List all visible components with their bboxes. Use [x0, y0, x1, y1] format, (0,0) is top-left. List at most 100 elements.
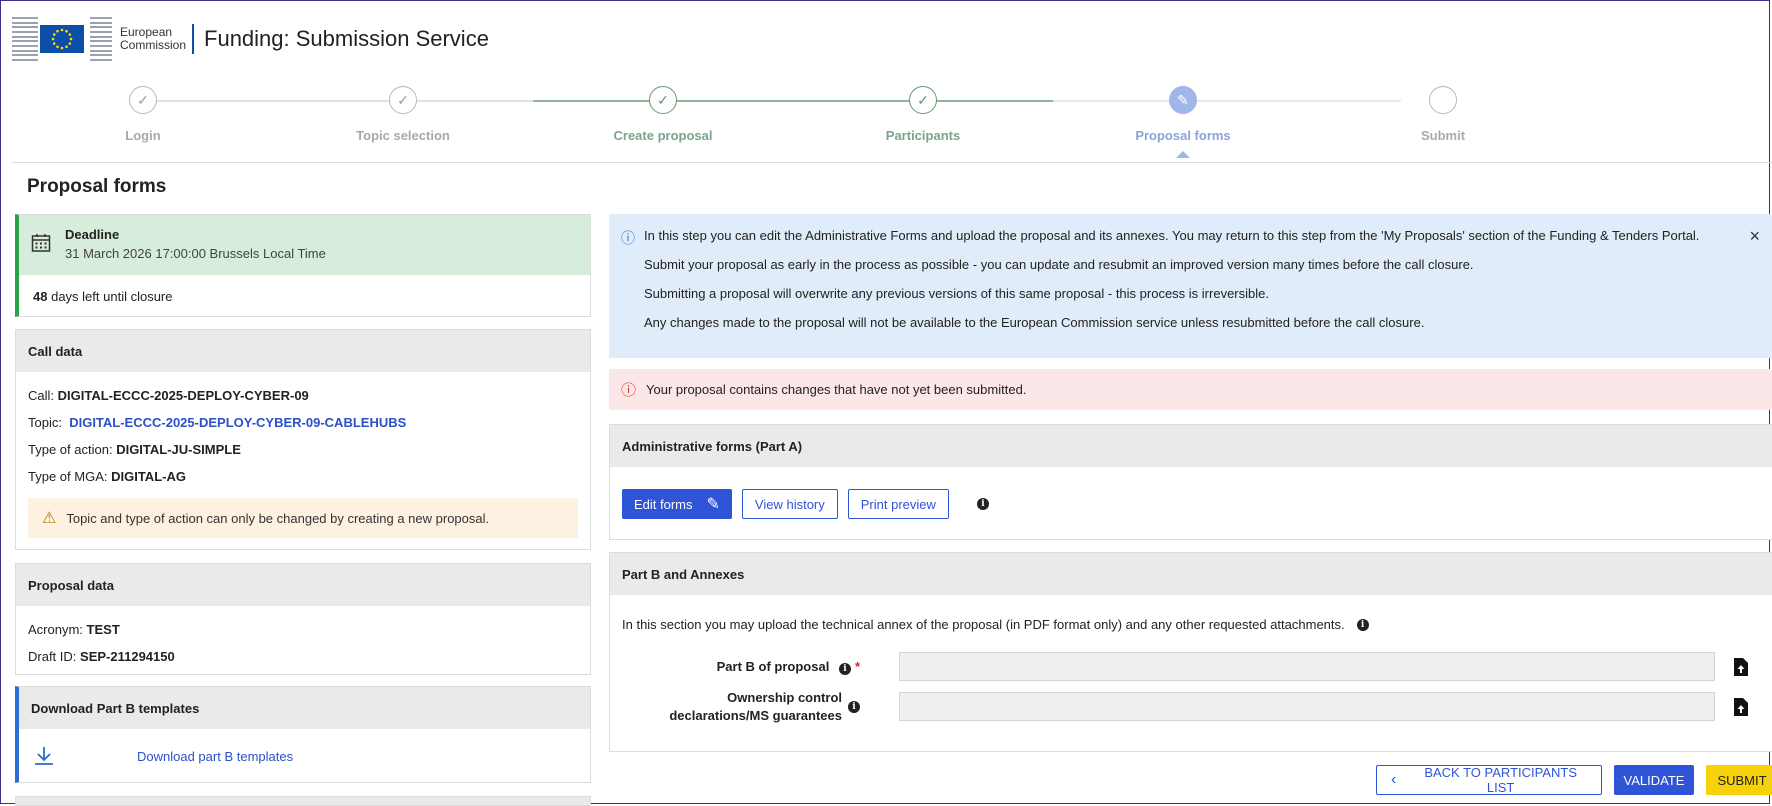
step-label: Proposal forms	[1135, 128, 1231, 143]
call-data-card: Call data Call: DIGITAL-ECCC-2025-DEPLOY…	[15, 329, 591, 550]
step-label: Create proposal	[613, 128, 713, 143]
alert-text: Your proposal contains changes that have…	[646, 382, 1027, 397]
logo-text-line2: Commission	[120, 38, 187, 52]
chevron-left-icon: ‹	[1391, 771, 1397, 788]
info-line-4: Any changes made to the proposal will no…	[644, 315, 1425, 330]
topic-warning: ⚠ Topic and type of action can only be c…	[28, 498, 578, 538]
download-templates-card: Download Part B templates Download part …	[15, 686, 591, 783]
part-b-label-text: Part B of proposal	[716, 658, 830, 674]
back-to-participants-button[interactable]: ‹ BACK TO PARTICIPANTS LIST	[1376, 765, 1602, 795]
page-title: Proposal forms	[27, 176, 167, 197]
topic-row: Topic: DIGITAL-ECCC-2025-DEPLOY-CYBER-09…	[28, 409, 578, 436]
ownership-upload-field[interactable]	[899, 692, 1715, 721]
action-label: Type of action:	[28, 442, 113, 457]
proposal-data-list: Acronym: TEST Draft ID: SEP-211294150	[16, 606, 590, 670]
step-create-proposal[interactable]: ✓ Create proposal	[533, 86, 793, 143]
step-proposal-forms[interactable]: ✎ Proposal forms	[1053, 86, 1313, 158]
footer-actions: ‹ BACK TO PARTICIPANTS LIST VALIDATE SUB…	[1376, 765, 1772, 795]
acronym-row: Acronym: TEST	[28, 616, 578, 643]
call-value: DIGITAL-ECCC-2025-DEPLOY-CYBER-09	[57, 388, 309, 403]
download-icon[interactable]	[33, 745, 55, 767]
deadline-date: 31 March 2026 17:00:00 Brussels Local Ti…	[65, 246, 326, 261]
step-login[interactable]: ✓ Login	[13, 86, 273, 143]
app-header: European Commission Funding: Submission …	[12, 14, 489, 64]
step-label: Topic selection	[356, 128, 450, 143]
european-commission-logo: European Commission	[12, 17, 186, 61]
check-icon: ✓	[649, 86, 677, 114]
draft-value: SEP-211294150	[80, 649, 175, 664]
print-preview-button[interactable]: Print preview	[847, 489, 949, 519]
part-b-upload-field[interactable]	[899, 652, 1715, 681]
view-history-button[interactable]: View history	[741, 489, 838, 519]
call-row: Call: DIGITAL-ECCC-2025-DEPLOY-CYBER-09	[28, 382, 578, 409]
acronym-label: Acronym:	[28, 622, 83, 637]
part-b-description: In this section you may upload the techn…	[610, 595, 1772, 632]
info-line-2: Submit your proposal as early in the pro…	[644, 257, 1474, 272]
days-left-count: 48	[33, 289, 48, 304]
check-icon: ✓	[129, 86, 157, 114]
validate-button[interactable]: VALIDATE	[1614, 765, 1694, 795]
step-submit[interactable]: Submit	[1313, 86, 1573, 143]
administrative-forms-panel: Administrative forms (Part A) Edit forms…	[609, 424, 1772, 540]
info-icon[interactable]: i	[1356, 618, 1369, 631]
administrative-forms-title: Administrative forms (Part A)	[610, 425, 1772, 467]
calendar-icon	[31, 234, 51, 252]
header-separator	[192, 24, 195, 54]
check-icon: ✓	[909, 86, 937, 114]
download-templates-title: Download Part B templates	[19, 687, 590, 729]
deadline-card: Deadline 31 March 2026 17:00:00 Brussels…	[15, 214, 591, 317]
proposal-data-card: Proposal data Acronym: TEST Draft ID: SE…	[15, 563, 591, 675]
step-participants[interactable]: ✓ Participants	[793, 86, 1053, 143]
call-data-title: Call data	[16, 330, 590, 372]
action-row: Type of action: DIGITAL-JU-SIMPLE	[28, 436, 578, 463]
eu-flag-icon	[40, 25, 84, 53]
upload-file-icon[interactable]	[1734, 657, 1748, 676]
alert-circle-icon: ⓘ	[621, 382, 637, 399]
edit-forms-button[interactable]: Edit forms ✎	[622, 489, 732, 519]
check-icon: ✓	[389, 86, 417, 114]
mga-value: DIGITAL-AG	[111, 469, 186, 484]
ownership-label: Ownership control declarations/MS guaran…	[610, 689, 860, 725]
deadline-header: Deadline 31 March 2026 17:00:00 Brussels…	[19, 215, 590, 275]
upload-file-icon[interactable]	[1734, 697, 1748, 716]
download-row: Download part B templates	[19, 729, 590, 783]
draft-row: Draft ID: SEP-211294150	[28, 643, 578, 670]
next-card-partial	[15, 796, 591, 806]
close-icon[interactable]: ×	[1749, 226, 1760, 247]
info-icon[interactable]: i	[838, 662, 851, 675]
action-value: DIGITAL-JU-SIMPLE	[116, 442, 241, 457]
deadline-title: Deadline	[65, 227, 120, 242]
required-asterisk: *	[854, 658, 860, 674]
edit-icon: ✎	[1169, 86, 1197, 114]
part-b-title: Part B and Annexes	[610, 553, 1772, 595]
part-b-panel: Part B and Annexes In this section you m…	[609, 552, 1772, 752]
topic-label: Topic:	[28, 415, 62, 430]
logo-text: European Commission	[120, 26, 186, 52]
info-icon[interactable]: i	[848, 700, 860, 713]
call-data-list: Call: DIGITAL-ECCC-2025-DEPLOY-CYBER-09 …	[16, 372, 590, 490]
submit-button[interactable]: SUBMIT	[1706, 765, 1772, 795]
app-title: Funding: Submission Service	[204, 26, 489, 51]
active-step-pointer	[1176, 151, 1190, 158]
step-label: Submit	[1420, 128, 1466, 143]
empty-circle-icon	[1429, 86, 1457, 114]
proposal-data-title: Proposal data	[16, 564, 590, 606]
draft-label: Draft ID:	[28, 649, 77, 664]
step-topic-selection[interactable]: ✓ Topic selection	[273, 86, 533, 143]
call-label: Call:	[28, 388, 55, 403]
mga-row: Type of MGA: DIGITAL-AG	[28, 463, 578, 490]
part-b-description-text: In this section you may upload the techn…	[622, 617, 1345, 632]
topic-link[interactable]: DIGITAL-ECCC-2025-DEPLOY-CYBER-09-CABLEH…	[69, 415, 406, 430]
info-icon[interactable]: i	[976, 498, 989, 510]
unsubmitted-changes-alert: ⓘ Your proposal contains changes that ha…	[609, 369, 1772, 410]
edit-forms-label: Edit forms	[634, 496, 693, 512]
info-line-1: In this step you can edit the Administra…	[644, 228, 1700, 243]
days-left-text: days left until closure	[51, 289, 173, 304]
mga-label: Type of MGA:	[28, 469, 108, 484]
admin-forms-actions: Edit forms ✎ View history Print preview …	[610, 467, 1772, 519]
logo-stripes-left	[12, 17, 38, 61]
download-templates-link[interactable]: Download part B templates	[137, 749, 293, 764]
ownership-label-text: Ownership control declarations/MS guaran…	[669, 689, 842, 723]
days-left: 48 days left until closure	[19, 275, 590, 318]
info-line-3: Submitting a proposal will overwrite any…	[644, 286, 1269, 301]
